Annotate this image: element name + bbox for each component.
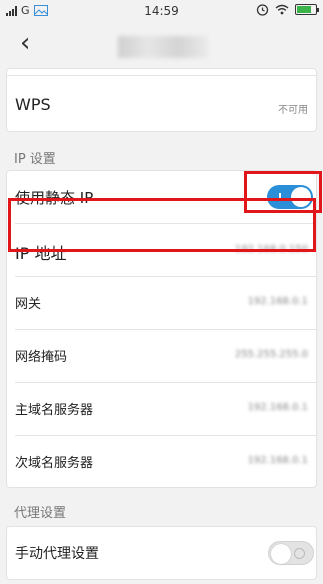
toggle-off-indicator-icon — [294, 548, 305, 559]
ip-address-highlight — [8, 198, 316, 252]
status-bar: G 14:59 — [0, 0, 323, 22]
wps-row[interactable]: WPS 不可用 — [7, 79, 318, 131]
wps-label: WPS — [15, 95, 51, 114]
chevron-left-icon[interactable]: ‹ — [20, 30, 30, 56]
primary-dns-row[interactable]: 主域名服务器 192.168.0.1 — [7, 383, 318, 435]
primary-dns-value: 192.168.0.1 — [247, 402, 308, 413]
manual-proxy-toggle[interactable] — [268, 541, 314, 565]
primary-dns-label: 主域名服务器 — [15, 403, 94, 418]
ip-settings-section-label: IP 设置 — [14, 152, 56, 167]
gateway-label: 网关 — [15, 297, 42, 312]
battery-icon — [295, 4, 319, 15]
alarm-icon — [256, 4, 269, 16]
netmask-row[interactable]: 网络掩码 255.255.255.0 — [7, 330, 318, 382]
secondary-dns-row[interactable]: 次域名服务器 192.168.0.1 — [7, 436, 318, 488]
secondary-dns-value: 192.168.0.1 — [247, 455, 308, 466]
manual-proxy-label: 手动代理设置 — [15, 546, 99, 562]
proxy-settings-card: 手动代理设置 — [6, 526, 317, 580]
gateway-row[interactable]: 网关 192.168.0.1 — [7, 277, 318, 329]
manual-proxy-row[interactable]: 手动代理设置 — [7, 527, 318, 579]
gateway-value: 192.168.0.1 — [247, 296, 308, 307]
proxy-settings-section-label: 代理设置 — [14, 506, 67, 521]
toggle-knob — [271, 544, 291, 564]
secondary-dns-label: 次域名服务器 — [15, 456, 94, 471]
app-header: ‹ — [0, 22, 323, 66]
netmask-value: 255.255.255.0 — [234, 349, 308, 360]
page-title — [118, 36, 208, 58]
wifi-icon — [275, 4, 289, 15]
wps-value: 不可用 — [278, 105, 308, 116]
netmask-label: 网络掩码 — [15, 350, 68, 365]
wps-card: WPS 不可用 — [6, 68, 317, 132]
